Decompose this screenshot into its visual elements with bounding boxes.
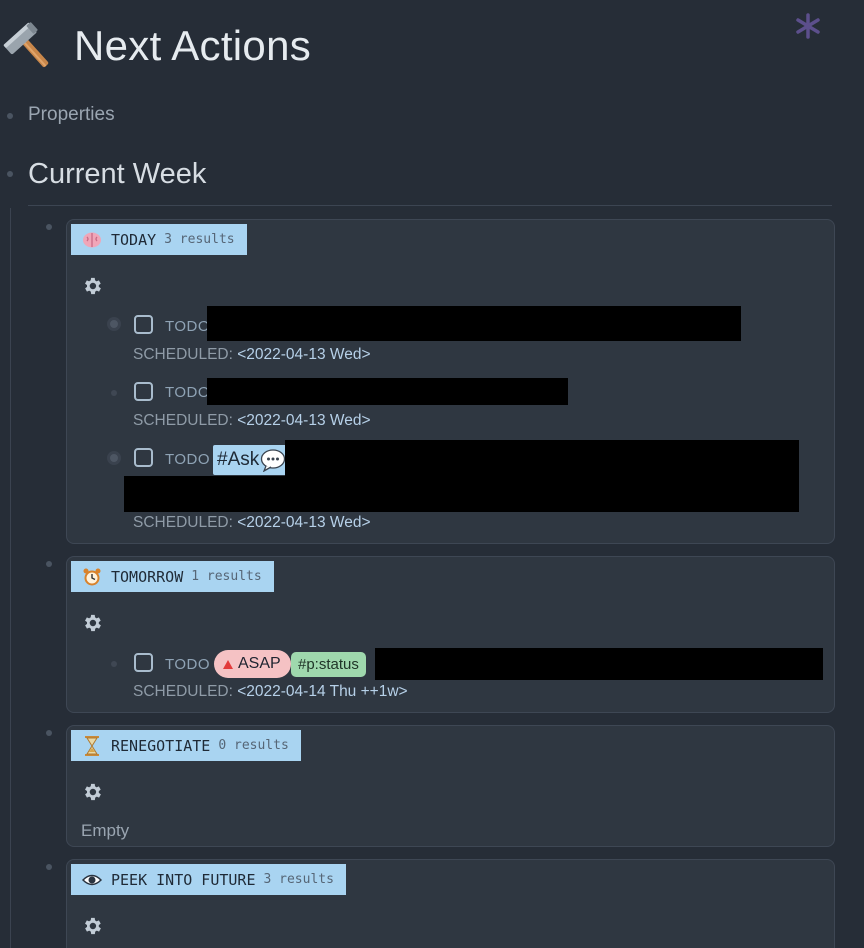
gear-icon[interactable]: [81, 275, 103, 297]
query-card-tomorrow: TOMORROW 1 results TODO ASAP #p:status S…: [66, 556, 835, 713]
todo-marker[interactable]: TODO: [165, 451, 210, 468]
block-bullet[interactable]: [111, 390, 117, 396]
tree-guide-line: [10, 208, 11, 948]
eye-icon: [81, 870, 103, 890]
todo-marker[interactable]: TODO: [165, 318, 210, 335]
todo-marker[interactable]: TODO: [165, 656, 210, 673]
query-card-today: TODAY 3 results TODO SCHEDULED: <2022-04…: [66, 219, 835, 544]
query-title: TODAY: [111, 230, 157, 249]
redacted-text: [124, 476, 799, 512]
todo-checkbox[interactable]: [134, 653, 153, 672]
scheduled-key: SCHEDULED:: [133, 412, 233, 429]
tag-ask[interactable]: #Ask: [213, 445, 291, 475]
asterisk-icon[interactable]: [792, 10, 824, 42]
priority-label: ASAP: [238, 655, 281, 672]
scheduled-date[interactable]: <2022-04-13 Wed>: [237, 412, 370, 429]
query-card-peek-into-future: PEEK INTO FUTURE 3 results: [66, 859, 835, 948]
brain-icon: [81, 230, 103, 250]
block-bullet[interactable]: [107, 451, 121, 465]
query-result-count: 0 results: [218, 738, 289, 753]
gear-icon[interactable]: [81, 612, 103, 634]
query-header[interactable]: TODAY 3 results: [71, 224, 247, 255]
query-header[interactable]: PEEK INTO FUTURE 3 results: [71, 864, 346, 895]
block-bullet[interactable]: [7, 113, 13, 119]
query-card-renegotiate: RENEGOTIATE 0 results Empty: [66, 725, 835, 847]
triangle-up-icon: [223, 659, 233, 669]
query-result-count: 1 results: [191, 569, 262, 584]
query-title: TOMORROW: [111, 567, 184, 586]
block-bullet[interactable]: [46, 224, 52, 230]
query-title: PEEK INTO FUTURE: [111, 870, 256, 889]
todo-marker[interactable]: TODO: [165, 384, 210, 401]
block-bullet[interactable]: [111, 661, 117, 667]
query-result-count: 3 results: [263, 872, 334, 887]
section-heading[interactable]: Current Week: [28, 158, 206, 191]
page: Next Actions Properties Current Week TOD…: [0, 0, 864, 948]
query-header[interactable]: RENEGOTIATE 0 results: [71, 730, 301, 761]
redacted-text: [285, 440, 799, 476]
block-bullet[interactable]: [46, 561, 52, 567]
query-header[interactable]: TOMORROW 1 results: [71, 561, 274, 592]
query-title: RENEGOTIATE: [111, 736, 211, 755]
tag-status[interactable]: #p:status: [291, 652, 366, 677]
scheduled-key: SCHEDULED:: [133, 514, 233, 531]
redacted-text: [207, 306, 741, 341]
scheduled-key: SCHEDULED:: [133, 683, 233, 700]
hourglass-icon: [81, 735, 103, 756]
divider: [28, 205, 832, 206]
properties-block[interactable]: Properties: [28, 104, 115, 126]
page-title: Next Actions: [74, 22, 312, 69]
scheduled-date[interactable]: <2022-04-13 Wed>: [237, 514, 370, 531]
alarm-clock-icon: [81, 567, 103, 587]
scheduled-key: SCHEDULED:: [133, 346, 233, 363]
scheduled-line: SCHEDULED: <2022-04-13 Wed>: [133, 412, 371, 430]
scheduled-line: SCHEDULED: <2022-04-13 Wed>: [133, 514, 371, 532]
block-bullet[interactable]: [46, 730, 52, 736]
scheduled-date[interactable]: <2022-04-14 Thu ++1w>: [237, 683, 407, 700]
scheduled-line: SCHEDULED: <2022-04-14 Thu ++1w>: [133, 683, 408, 701]
hammer-icon: [3, 22, 49, 68]
todo-checkbox[interactable]: [134, 382, 153, 401]
redacted-text: [375, 648, 823, 680]
gear-icon[interactable]: [81, 915, 103, 937]
scheduled-date[interactable]: <2022-04-13 Wed>: [237, 346, 370, 363]
gear-icon[interactable]: [81, 781, 103, 803]
todo-checkbox[interactable]: [134, 448, 153, 467]
redacted-text: [207, 378, 568, 405]
speech-bubble-icon: [261, 449, 286, 472]
priority-tag-asap[interactable]: ASAP: [214, 650, 291, 678]
block-bullet[interactable]: [7, 171, 13, 177]
query-result-count: 3 results: [164, 232, 235, 247]
todo-checkbox[interactable]: [134, 315, 153, 334]
block-bullet[interactable]: [46, 864, 52, 870]
tag-label: #Ask: [217, 449, 260, 470]
empty-state-text: Empty: [81, 821, 130, 840]
block-bullet[interactable]: [107, 317, 121, 331]
scheduled-line: SCHEDULED: <2022-04-13 Wed>: [133, 346, 371, 364]
